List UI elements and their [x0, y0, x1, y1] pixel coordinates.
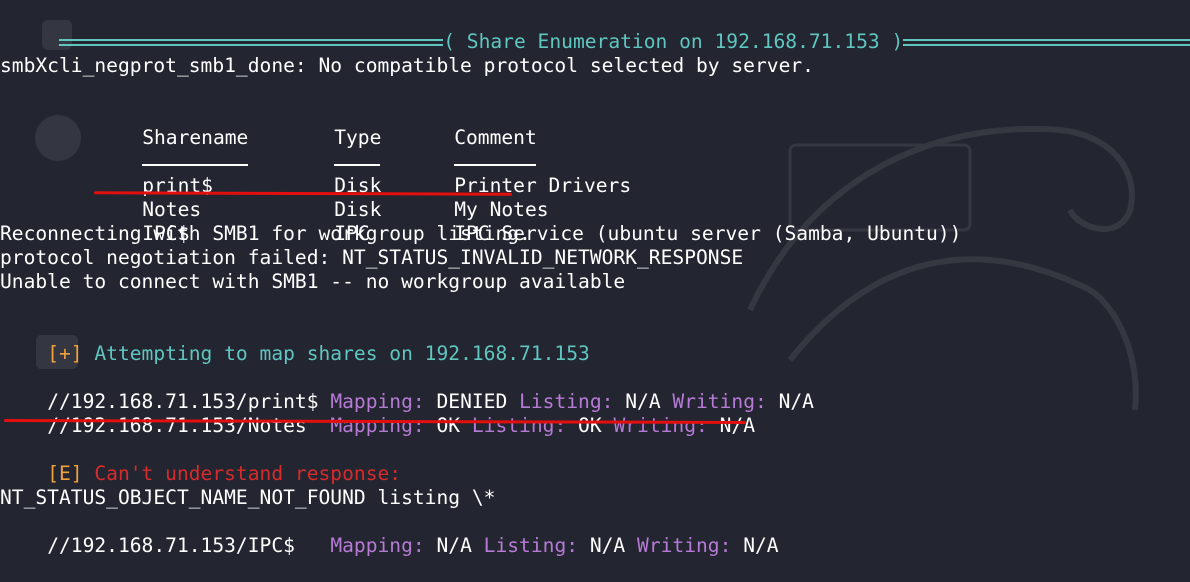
error-tag: [E] — [47, 462, 83, 485]
table-row: IPC$ IPC IPC Service (ubuntu server (Samba… — [95, 198, 961, 245]
error-text: Can't understand response: — [82, 462, 402, 485]
unable-line: Unable to connect with SMB1 -- no workgr… — [0, 270, 626, 293]
reconnect-line: Reconnecting with SMB1 for workgroup lis… — [0, 222, 531, 245]
info-tag: [+] — [47, 342, 83, 365]
terminal-window[interactable]: ( Share Enumeration on 192.168.71.153 ) … — [0, 0, 1190, 557]
share-table-header: Sharename Type Comment — [95, 102, 537, 149]
listing-value: N/A — [589, 534, 626, 557]
attempt-text: Attempting to map shares on 192.168.71.1… — [82, 342, 590, 365]
listing-value: OK — [578, 414, 602, 437]
listing-label: Listing: — [483, 534, 579, 557]
negprot-line: smbXcli_negprot_smb1_done: No compatible… — [0, 54, 814, 77]
writing-value: N/A — [743, 534, 779, 557]
mapping-value: OK — [436, 414, 461, 437]
mapping-path: //192.168.71.153/IPC$ — [47, 534, 295, 557]
writing-value: N/A — [778, 390, 814, 413]
mapping-row: //192.168.71.153/print$ Mapping: DENIED … — [0, 366, 814, 413]
header-close-paren: ) — [879, 30, 904, 53]
header-line: ( Share Enumeration on 192.168.71.153 ) — [0, 6, 1190, 53]
header-title: Share Enumeration on 192.168.71.153 — [466, 30, 880, 53]
writing-label: Writing: — [613, 414, 708, 437]
attempt-line: [+] Attempting to map shares on 192.168.… — [0, 318, 590, 365]
header-rule-right — [903, 30, 1190, 54]
header-open-paren: ( — [443, 30, 467, 53]
negotiation-failed-line: protocol negotiation failed: NT_STATUS_I… — [0, 246, 744, 269]
share-table-divider — [95, 126, 537, 166]
listing-label: Listing: — [471, 414, 567, 437]
header-rule-left — [59, 30, 444, 54]
mapping-label: Mapping: — [330, 534, 425, 557]
mapping-value: N/A — [436, 534, 472, 557]
not-found-line: NT_STATUS_OBJECT_NAME_NOT_FOUND listing … — [0, 486, 496, 509]
mapping-row: //192.168.71.153/Notes Mapping: OK Listi… — [0, 390, 755, 437]
writing-label: Writing: — [637, 534, 732, 557]
mapping-row: //192.168.71.153/IPC$ Mapping: N/A Listi… — [0, 510, 778, 557]
mapping-path: //192.168.71.153/Notes — [47, 414, 307, 437]
writing-value: N/A — [719, 414, 755, 437]
wireshark-desktop-icon — [35, 115, 81, 161]
error-line: [E] Can't understand response: — [0, 438, 401, 485]
table-row: print$ Disk Printer Drivers — [95, 150, 631, 197]
mapping-label: Mapping: — [330, 414, 425, 437]
